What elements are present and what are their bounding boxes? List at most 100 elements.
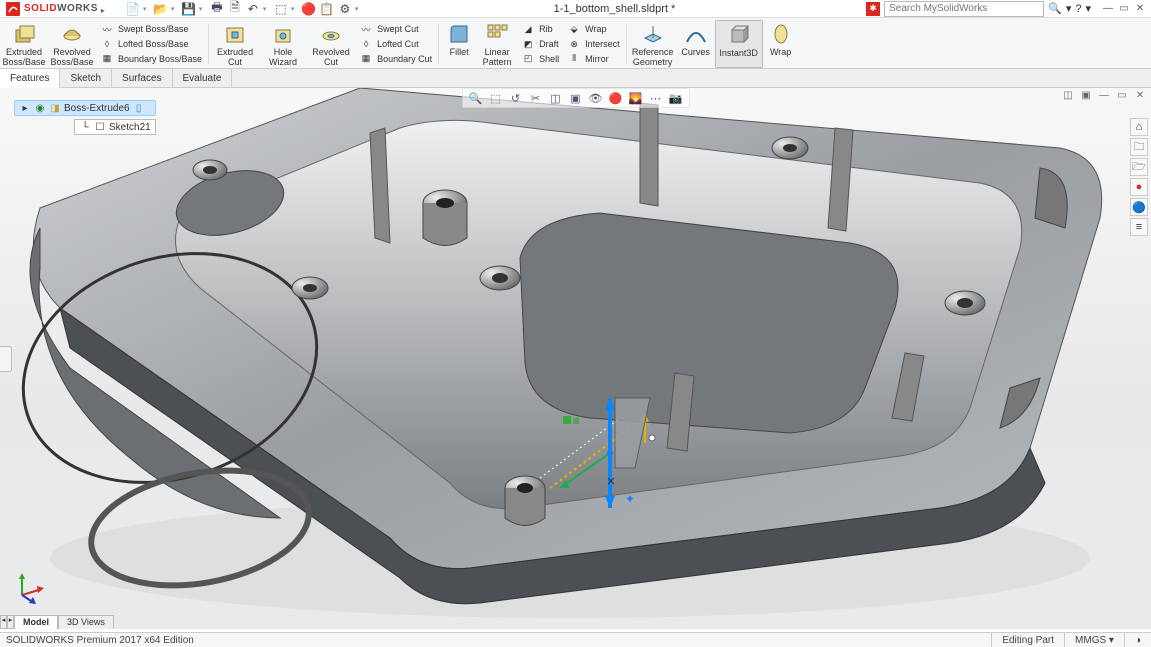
options-icon[interactable]: ⚙ [337, 1, 353, 17]
prev-view-icon[interactable]: ↺ [509, 91, 523, 105]
tab-3d-views[interactable]: 3D Views [58, 615, 114, 629]
search-icon[interactable]: 🔍 [1048, 2, 1062, 15]
taskpane-appearances-icon[interactable]: 🔵 [1130, 198, 1148, 216]
hide-show-icon[interactable]: 👁 [589, 91, 603, 105]
help-icon[interactable]: ? [1075, 3, 1081, 15]
taskpane-home-icon[interactable]: ⌂ [1130, 118, 1148, 136]
tab-evaluate[interactable]: Evaluate [173, 69, 233, 87]
fillet-button[interactable]: Fillet [441, 20, 477, 68]
rebuild-icon[interactable]: 🔴 [301, 1, 317, 17]
tab-surfaces[interactable]: Surfaces [112, 69, 172, 87]
save-icon[interactable]: 💾 [181, 1, 197, 17]
tab-scroll[interactable]: ◂▸ [0, 615, 14, 629]
rollback-icon[interactable]: ▯ [133, 102, 145, 114]
extruded-cut-icon [223, 22, 247, 46]
app-logo[interactable]: SOLIDWORKS [0, 2, 117, 16]
linear-pattern-button[interactable]: Linear Pattern [477, 20, 517, 68]
open-dropdown[interactable]: ▾ [171, 5, 179, 13]
save-dropdown[interactable]: ▾ [199, 5, 207, 13]
vp-minimize-icon[interactable]: — [1097, 88, 1111, 102]
sketch-name[interactable]: Sketch21 [109, 122, 151, 133]
close-button[interactable]: ✕ [1133, 2, 1147, 16]
orientation-triad[interactable] [12, 569, 48, 605]
section-view-icon[interactable]: ✂ [529, 91, 543, 105]
shell-button[interactable]: ◰Shell [521, 51, 559, 66]
taskpane-design-lib-icon[interactable]: 🗀 [1130, 138, 1148, 156]
undo-dropdown[interactable]: ▾ [263, 5, 271, 13]
zoom-fit-icon[interactable]: 🔍 [469, 91, 483, 105]
instant3d-button[interactable]: Instant3D [715, 20, 763, 68]
intersect-button[interactable]: ⊗Intersect [567, 37, 620, 52]
ref-geometry-button[interactable]: Reference Geometry [629, 20, 677, 68]
linear-pattern-icon [485, 22, 509, 46]
boundary-cut-button[interactable]: ▦Boundary Cut [359, 51, 432, 66]
vp-toggle1-icon[interactable]: ◫ [1061, 88, 1075, 102]
extruded-cut-button[interactable]: Extruded Cut [211, 20, 259, 68]
revolved-boss-button[interactable]: Revolved Boss/Base [48, 20, 96, 68]
rib-button[interactable]: ◢Rib [521, 22, 559, 37]
flyout-feature-tree[interactable]: ▸ ◉ ◨ Boss-Extrude6 ▯ └ ☐ Sketch21 [14, 100, 156, 135]
help-dropdown[interactable]: ▾ [1085, 2, 1091, 15]
zoom-area-icon[interactable]: ⬚ [489, 91, 503, 105]
vp-close-icon[interactable]: ✕ [1133, 88, 1147, 102]
vp-toggle2-icon[interactable]: ▣ [1079, 88, 1093, 102]
draft-button[interactable]: ◩Draft [521, 37, 559, 52]
options-dropdown[interactable]: ▾ [355, 5, 363, 13]
undo-icon[interactable]: ↶ [245, 1, 261, 17]
boundary-cut-icon: ▦ [359, 52, 373, 66]
expand-icon[interactable]: ▸ [19, 102, 31, 114]
taskpane-file-explorer-icon[interactable]: 🗁 [1130, 158, 1148, 176]
edit-appearance-icon[interactable]: 🔴 [609, 91, 623, 105]
graphics-viewport[interactable]: ✦ 🔍 ⬚ ↺ ✂ ◫ ▣ 👁 🔴 🌄 ⋯ 📷 ◫ ▣ — ▭ ✕ ⌂ 🗀 [0, 88, 1151, 629]
wrap-button[interactable]: ⬙Wrap [567, 22, 620, 37]
swept-boss-button[interactable]: 〰Swept Boss/Base [100, 22, 202, 37]
tab-features[interactable]: Features [0, 69, 60, 88]
open-icon[interactable]: 📂 [153, 1, 169, 17]
feature-name[interactable]: Boss-Extrude6 [64, 103, 130, 114]
wrap-lg-button[interactable]: Wrap [763, 20, 799, 68]
tab-sketch[interactable]: Sketch [60, 69, 112, 87]
search-dropdown[interactable]: ▾ [1066, 2, 1072, 15]
view-settings-icon[interactable]: ⋯ [649, 91, 663, 105]
part-icon: ◉ [34, 102, 46, 114]
view-orient-icon[interactable]: ◫ [549, 91, 563, 105]
instant3d-icon [727, 23, 751, 47]
status-bar: SOLIDWORKS Premium 2017 x64 Edition Edit… [0, 632, 1151, 647]
taskpane-custom-props-icon[interactable]: ≡ [1130, 218, 1148, 236]
mirror-button[interactable]: ⦀Mirror [567, 51, 620, 66]
hole-wizard-button[interactable]: Hole Wizard [259, 20, 307, 68]
display-style-icon[interactable]: ▣ [569, 91, 583, 105]
file-props-icon[interactable]: 📋 [319, 1, 335, 17]
search-input[interactable] [884, 1, 1044, 17]
status-extra-icon[interactable]: ◑ [1124, 633, 1151, 647]
tab-model[interactable]: Model [14, 615, 58, 629]
swept-cut-button[interactable]: 〰Swept Cut [359, 22, 432, 37]
lofted-cut-icon: ◊ [359, 37, 373, 51]
taskpane-view-palette-icon[interactable]: ● [1130, 178, 1148, 196]
new-icon[interactable]: 📄 [125, 1, 141, 17]
app-menu-dropdown[interactable] [101, 4, 111, 14]
boundary-boss-icon: ▦ [100, 52, 114, 66]
bottom-tabs: Model 3D Views [14, 615, 114, 629]
feature-manager-flyout-handle[interactable] [0, 346, 12, 372]
vp-maximize-icon[interactable]: ▭ [1115, 88, 1129, 102]
lofted-cut-button[interactable]: ◊Lofted Cut [359, 37, 432, 52]
search-type-icon[interactable]: ✱ [866, 2, 880, 16]
revolved-cut-button[interactable]: Revolved Cut [307, 20, 355, 68]
boundary-boss-button[interactable]: ▦Boundary Boss/Base [100, 51, 202, 66]
render-tools-icon[interactable]: 📷 [669, 91, 683, 105]
extruded-boss-button[interactable]: Extruded Boss/Base [0, 20, 48, 68]
lofted-boss-button[interactable]: ◊Lofted Boss/Base [100, 37, 202, 52]
new-dropdown[interactable]: ▾ [143, 5, 151, 13]
status-units[interactable]: MMGS ▾ [1064, 633, 1124, 647]
shell-icon: ◰ [521, 52, 535, 66]
apply-scene-icon[interactable]: 🌄 [629, 91, 643, 105]
print-preview-icon[interactable]: 🗎 [227, 1, 243, 17]
curves-button[interactable]: Curves [677, 20, 715, 68]
minimize-button[interactable]: — [1101, 2, 1115, 16]
restore-button[interactable]: ▭ [1117, 2, 1131, 16]
select-dropdown[interactable]: ▾ [291, 5, 299, 13]
print-icon[interactable]: 🖶 [209, 1, 225, 17]
select-icon[interactable]: ⬚ [273, 1, 289, 17]
draft-icon: ◩ [521, 37, 535, 51]
